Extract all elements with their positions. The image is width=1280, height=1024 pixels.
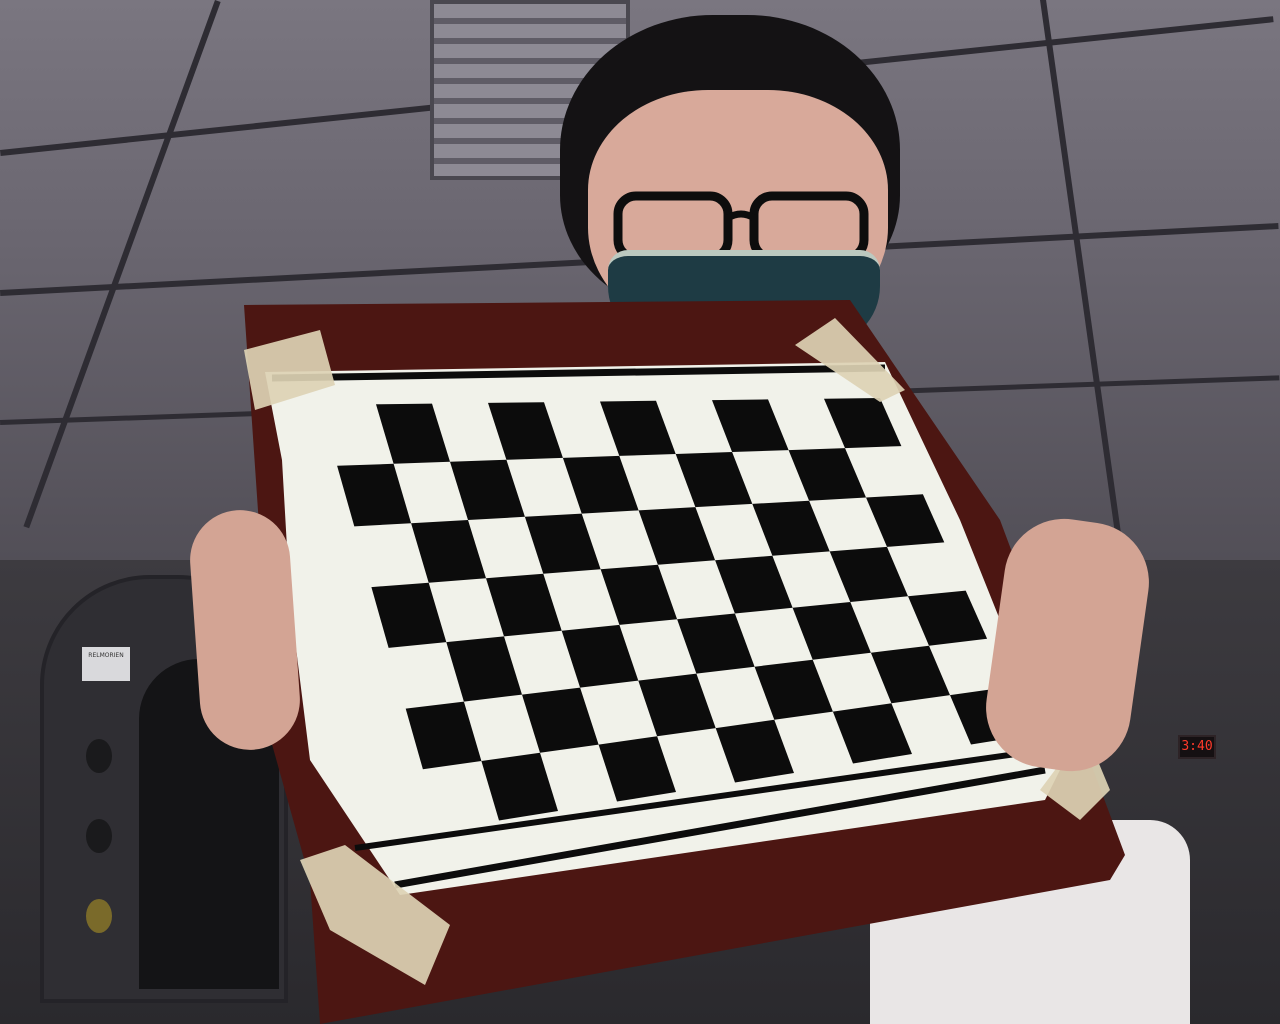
checkerboard-board [244,300,1125,1024]
photo-scene: RELMORIEN 3:40 [0,0,1280,1024]
left-hand [186,506,304,754]
